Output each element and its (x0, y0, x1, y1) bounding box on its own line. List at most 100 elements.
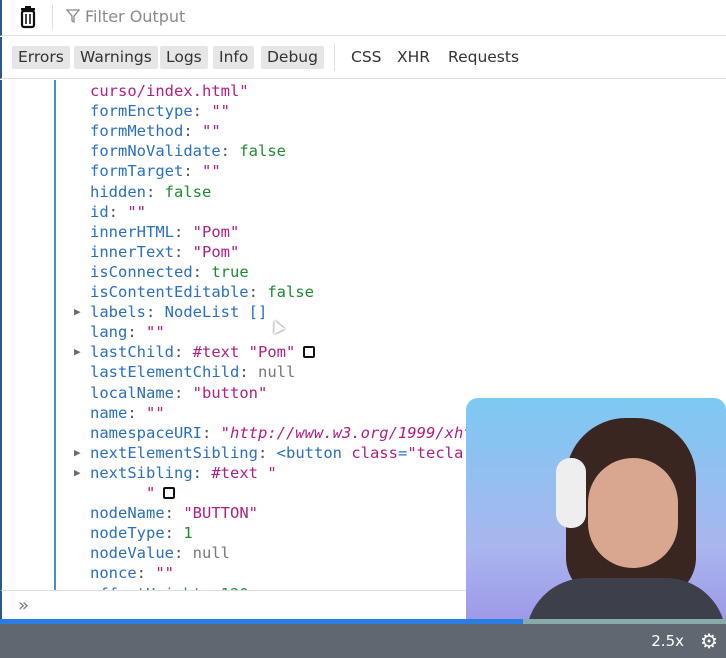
property-value: NodeList [] (164, 303, 268, 322)
separator: : (174, 343, 193, 362)
property-name: name (90, 403, 128, 422)
filter-css[interactable]: CSS (351, 46, 382, 69)
property-name: namespaceURI (90, 423, 202, 442)
property-row: nodeType: 1 (90, 523, 193, 543)
filter-icon (66, 9, 80, 24)
property-row[interactable]: ▶ nextSibling: #text " (74, 463, 277, 483)
separator: : (183, 122, 202, 141)
separator: : (174, 544, 193, 563)
divider (334, 43, 335, 71)
filter-xhr[interactable]: XHR (397, 46, 430, 69)
property-name: nonce (90, 564, 137, 583)
property-value: "" (202, 162, 221, 181)
property-row: " (90, 483, 176, 503)
separator: : (146, 182, 165, 201)
prompt-chevron-icon: » (18, 595, 30, 616)
property-row: localName: "button" (90, 383, 267, 403)
property-row: nodeValue: null (90, 543, 230, 563)
expand-arrow-icon[interactable]: ▶ (74, 342, 81, 362)
property-name: nodeType (90, 524, 165, 543)
property-name: isConnected (90, 262, 193, 281)
console-toolbar: Filter Output (0, 0, 726, 36)
separator: : (192, 102, 212, 121)
separator: : (127, 403, 146, 422)
object-indent-gutter (54, 80, 56, 590)
separator: : (164, 504, 184, 523)
property-name: lastElementChild (90, 363, 240, 382)
filter-input[interactable]: Filter Output (66, 7, 185, 26)
property-name: hidden (90, 182, 146, 201)
property-value: " (90, 484, 156, 502)
property-value: class (351, 443, 398, 462)
separator: : (174, 242, 193, 261)
separator: : (136, 564, 156, 583)
property-row: nodeName: "BUTTON" (90, 503, 258, 523)
filter-requests[interactable]: Requests (448, 46, 519, 69)
property-value: null (257, 363, 296, 382)
property-value: true (211, 262, 249, 281)
separator: : (192, 463, 212, 482)
property-value: "" (155, 564, 175, 583)
property-row[interactable]: ▶ labels: NodeList [] (74, 302, 268, 322)
property-name: formMethod (90, 122, 184, 141)
property-value: false (267, 283, 314, 301)
property-name: nodeName (90, 504, 165, 523)
video-controls: 2.5x ⚙ (0, 624, 726, 658)
separator: : (220, 142, 240, 161)
separator: : (192, 262, 212, 281)
property-value: "" (146, 323, 165, 342)
property-name: isContentEditable (90, 283, 249, 301)
property-row: isConnected: true (90, 262, 249, 282)
property-row: lang: "" (90, 322, 165, 342)
property-name: formEnctype (90, 102, 193, 121)
property-value: <button (276, 443, 352, 462)
property-row: hidden: false (90, 182, 211, 202)
property-value: "BUTTON" (183, 504, 258, 523)
property-row: lastElementChild: null (90, 362, 295, 382)
property-row: namespaceURI: "http://www.w3.org/1999/xh… (90, 423, 501, 443)
node-picker-icon[interactable] (163, 487, 176, 499)
property-value: "Pom" (192, 222, 240, 241)
property-name: innerText (90, 242, 174, 261)
node-picker-icon[interactable] (303, 346, 316, 359)
separator: : (183, 162, 202, 181)
property-row: innerHTML: "Pom" (90, 222, 239, 242)
separator: : (248, 283, 268, 301)
separator: : (201, 423, 221, 442)
webcam-overlay (466, 398, 726, 645)
filter-logs[interactable]: Logs (160, 46, 208, 69)
trash-icon[interactable] (16, 5, 40, 29)
property-value: "" (146, 403, 165, 422)
property-row: innerText: "Pom" (90, 242, 239, 262)
property-row: nonce: "" (90, 563, 174, 583)
divider (52, 5, 53, 30)
property-row: name: "" (90, 403, 165, 423)
property-name: lastChild (90, 343, 174, 362)
filter-debug[interactable]: Debug (261, 46, 324, 69)
property-row: id: "" (90, 202, 146, 222)
property-value: #text " (211, 463, 277, 482)
separator: : (174, 383, 193, 402)
property-name: nextElementSibling (90, 443, 258, 462)
property-name: innerHTML (90, 222, 174, 241)
filter-errors[interactable]: Errors (12, 46, 70, 69)
separator: : (127, 323, 146, 342)
expand-arrow-icon[interactable]: ▶ (74, 463, 81, 483)
expand-arrow-icon[interactable]: ▶ (74, 302, 81, 322)
separator: : (164, 524, 184, 543)
filter-warnings[interactable]: Warnings (74, 46, 158, 69)
gear-icon[interactable]: ⚙ (700, 629, 718, 653)
separator: : (108, 202, 128, 221)
separator: : (257, 443, 277, 462)
separator: : (174, 222, 193, 241)
property-value: #text "Pom" (192, 343, 296, 362)
property-row[interactable]: ▶ lastChild: #text "Pom" (74, 342, 316, 362)
property-value: "" (127, 202, 147, 221)
playback-speed[interactable]: 2.5x (651, 632, 684, 650)
property-value: null (192, 544, 230, 563)
headphones (556, 458, 586, 528)
property-value: = (397, 443, 408, 462)
property-value: false (239, 142, 286, 161)
filter-info[interactable]: Info (213, 46, 255, 69)
expand-arrow-icon[interactable]: ▶ (74, 443, 81, 463)
